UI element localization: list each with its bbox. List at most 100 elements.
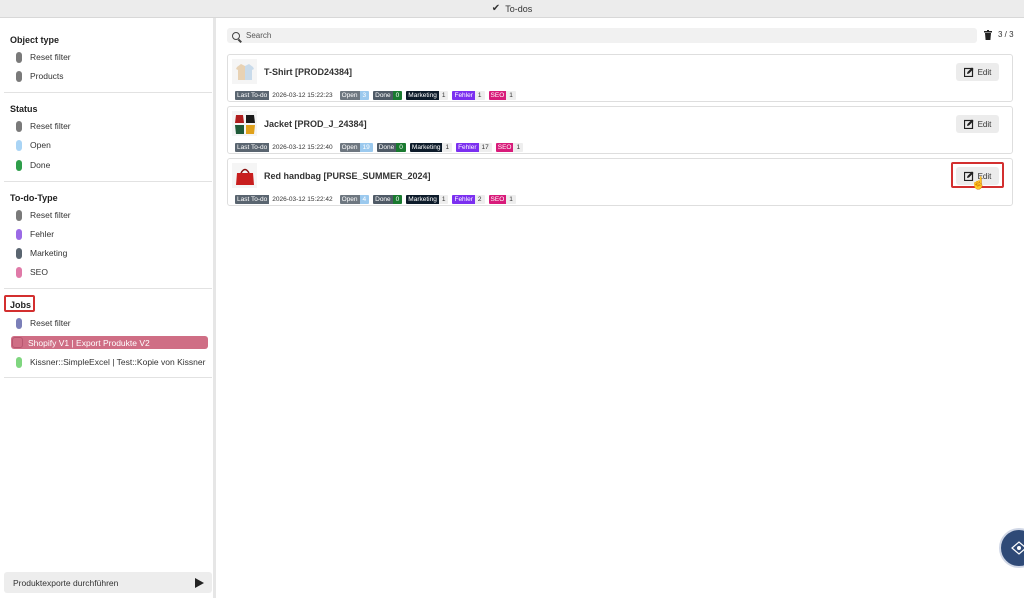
todo-card-tags: Last To-do 2026-03-12 15:22:42 Open 4 Done… [235,194,520,204]
tag-label: Last To-do [235,90,270,100]
run-exports-label: Produktexporte durchführen [13,577,119,588]
filter-label: Reset filter [30,210,71,220]
filter-color-pill [16,317,22,329]
section-title-object-type: Object type [10,35,60,45]
filter-label: SEO [30,267,48,277]
filter-color-pill [16,70,22,82]
filter-color-pill [16,139,22,151]
edit-button-label: Edit [977,171,992,181]
edit-button[interactable]: Edit [956,115,999,133]
todo-card-tags: Last To-do 2026-03-12 15:22:40 Open 19 Don… [235,142,527,152]
chat-icon [1011,541,1024,555]
filter-jobs-shopify-export[interactable]: Shopify V1 | Export Produkte V2 [11,336,208,349]
tag-value: 1 [506,194,516,204]
filter-todo-type-fehler[interactable]: Fehler [16,226,54,242]
tag-value: 17 [478,142,492,152]
run-exports-button[interactable]: Produktexporte durchführen [4,572,212,593]
tag-label: Marketing [409,142,443,152]
filter-color-pill [16,228,22,240]
tag-value: 2 [474,194,485,204]
tag-label: SEO [495,142,514,152]
todo-card-title: Jacket [PROD_J_24384] [264,119,367,129]
marketing-tag: Marketing 1 [409,142,453,152]
edit-button[interactable]: Edit [956,167,999,185]
todo-card-tags: Last To-do 2026-03-12 15:22:23 Open 3 Done… [235,90,520,100]
tag-value: 1 [438,90,449,100]
tag-label: Last To-do [235,194,270,204]
tag-label: Fehler [452,194,475,204]
filter-status-done[interactable]: Done [16,157,50,173]
filter-todo-type-reset[interactable]: Reset filter [16,207,71,223]
open-tag: Open 19 [339,142,373,152]
seo-tag: SEO 1 [488,194,516,204]
filter-label: Shopify V1 | Export Produkte V2 [28,337,150,348]
open-tag: Open 3 [339,90,370,100]
filter-color-pill [16,51,22,63]
filter-color-pill [16,209,22,221]
filter-jobs-reset[interactable]: Reset filter [16,315,71,331]
filter-jobs-kissner-simpleexcel[interactable]: Kissner::SimpleExcel | Test::Kopie von K… [16,354,205,370]
fehler-tag: Fehler 2 [452,194,485,204]
edit-button[interactable]: Edit [956,63,999,81]
todo-card: Jacket [PROD_J_24384] Edit Last To-do 202… [227,106,1013,154]
tag-label: Fehler [456,142,479,152]
search-icon [232,31,240,40]
section-divider [4,377,212,378]
filter-label: Reset filter [30,318,71,328]
seo-tag: SEO 1 [495,142,524,152]
play-icon [195,577,204,588]
tag-label: Marketing [406,194,439,204]
filter-label: Done [30,160,51,170]
search-bar[interactable] [227,28,977,43]
filter-label: Open [30,140,51,150]
product-thumbnail-handbag [232,163,257,188]
tag-value: 1 [474,90,485,100]
tag-value: 2026-03-12 15:22:40 [272,143,333,151]
tag-value: 19 [359,142,373,152]
filter-color-pill [16,356,22,368]
fehler-tag: Fehler 17 [456,142,492,152]
tag-label: Open [339,90,360,100]
todo-list-panel: 3 / 3 T-Shirt [PROD24384] Edit Last To-d… [219,18,1024,598]
tag-label: Done [373,90,393,100]
filter-object-type-products[interactable]: Products [16,68,64,84]
tag-value: 1 [442,142,453,152]
filter-object-type-reset[interactable]: Reset filter [16,49,71,65]
filter-color-pill [16,247,22,259]
filter-todo-type-seo[interactable]: SEO [16,264,48,280]
fehler-tag: Fehler 1 [452,90,485,100]
todo-card-title: T-Shirt [PROD24384] [264,67,353,77]
section-divider [4,92,212,93]
filter-label: Fehler [30,229,55,239]
done-tag: Done 0 [373,90,403,100]
filter-color-pill [16,159,22,171]
last-todo-tag: Last To-do 2026-03-12 15:22:42 [235,194,336,204]
edit-button-label: Edit [977,119,992,129]
search-input[interactable] [246,31,946,40]
filter-todo-type-marketing[interactable]: Marketing [16,245,67,261]
tag-label: Fehler [452,90,475,100]
filter-status-reset[interactable]: Reset filter [16,118,71,134]
tag-value: 4 [359,194,370,204]
done-tag: Done 0 [373,194,403,204]
todo-card: T-Shirt [PROD24384] Edit Last To-do 2026-… [227,54,1013,102]
tag-label: Open [339,194,360,204]
double-check-icon: ✔ [491,3,501,14]
todo-card-title: Red handbag [PURSE_SUMMER_2024] [264,171,431,181]
filter-label: Reset filter [30,121,71,131]
edit-icon [963,67,974,77]
filter-label: Marketing [30,248,68,258]
tag-value: 0 [392,194,403,204]
section-title-jobs: Jobs [10,300,32,310]
trash-icon[interactable] [984,30,992,40]
section-divider [4,181,212,182]
section-title-todo-type: To-do-Type [10,193,58,203]
tag-label: Open [339,142,360,152]
filter-status-open[interactable]: Open [16,137,51,153]
last-todo-tag: Last To-do 2026-03-12 15:22:40 [235,142,336,152]
window-title: To-dos [505,3,533,14]
tag-label: Done [376,142,397,152]
tag-label: SEO [488,194,507,204]
product-thumbnail-tshirt [232,59,257,84]
section-title-status: Status [10,104,38,114]
